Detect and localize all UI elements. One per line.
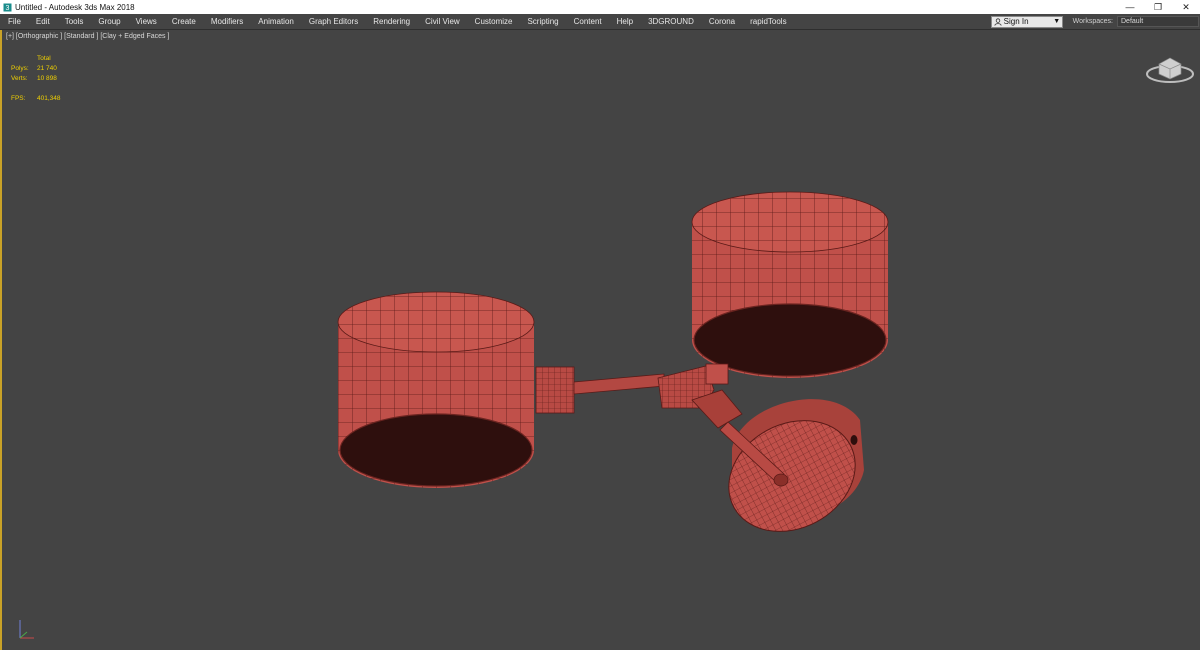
menu-rendering[interactable]: Rendering	[365, 17, 417, 26]
menu-animation[interactable]: Animation	[250, 17, 301, 26]
arm-connector	[535, 363, 743, 429]
menu-civil-view[interactable]: Civil View	[417, 17, 467, 26]
left-cup-shade	[337, 291, 535, 488]
scene-statistics: Total Polys: 21 740 Verts: 10 898 FPS: 401,…	[11, 54, 61, 104]
minimize-button[interactable]: —	[1116, 0, 1144, 14]
viewport-label[interactable]: [+] [Orthographic ] [Standard ] [Clay + …	[6, 33, 169, 40]
polys-value: 21 740	[37, 65, 57, 72]
menu-rapidtools[interactable]: rapidTools	[742, 17, 793, 26]
menu-file[interactable]: File	[0, 17, 28, 26]
dropdown-arrow-icon: ▼	[1053, 18, 1061, 25]
menu-corona[interactable]: Corona	[701, 17, 742, 26]
svg-text:3: 3	[5, 5, 9, 12]
workspace-select[interactable]: Default	[1117, 16, 1199, 27]
menu-graph-editors[interactable]: Graph Editors	[301, 17, 365, 26]
fps-value: 401,348	[37, 95, 61, 102]
user-icon	[992, 17, 1004, 26]
fps-label: FPS:	[11, 95, 26, 102]
menu-edit[interactable]: Edit	[28, 17, 57, 26]
menu-content[interactable]: Content	[566, 17, 609, 26]
right-cup-shade	[691, 191, 889, 378]
title-bar: 3 Untitled - Autodesk 3ds Max 2018 — ❐ ✕	[0, 0, 1200, 14]
menu-scripting[interactable]: Scripting	[519, 17, 565, 26]
model-scene	[337, 191, 889, 532]
sign-in-dropdown[interactable]: Sign In ▼	[990, 15, 1063, 28]
menu-help[interactable]: Help	[609, 17, 640, 26]
restore-button[interactable]: ❐	[1144, 0, 1172, 14]
verts-value: 10 898	[37, 75, 57, 82]
menu-3dground[interactable]: 3DGROUND	[640, 17, 701, 26]
menu-customize[interactable]: Customize	[467, 17, 520, 26]
sign-in-label: Sign In	[1003, 17, 1029, 26]
app-icon: 3	[2, 2, 12, 12]
window-title: Untitled - Autodesk 3ds Max 2018	[15, 2, 135, 12]
axis-tripod-icon	[12, 616, 38, 642]
menu-group[interactable]: Group	[90, 17, 127, 26]
menu-tools[interactable]: Tools	[57, 17, 91, 26]
wall-plate	[719, 399, 864, 532]
menu-bar: File Edit Tools Group Views Create Modif…	[0, 14, 1200, 30]
polys-label: Polys:	[11, 65, 29, 72]
workspaces-label: Workspaces:	[1072, 18, 1113, 25]
menu-modifiers[interactable]: Modifiers	[203, 17, 250, 26]
viewport[interactable]: [+] [Orthographic ] [Standard ] [Clay + …	[0, 30, 1200, 650]
verts-label: Verts:	[11, 75, 28, 82]
viewcube-icon[interactable]	[1145, 52, 1195, 84]
menu-create[interactable]: Create	[164, 17, 203, 26]
menu-views[interactable]: Views	[128, 17, 164, 26]
stats-header: Total	[37, 55, 51, 62]
close-button[interactable]: ✕	[1172, 0, 1200, 14]
